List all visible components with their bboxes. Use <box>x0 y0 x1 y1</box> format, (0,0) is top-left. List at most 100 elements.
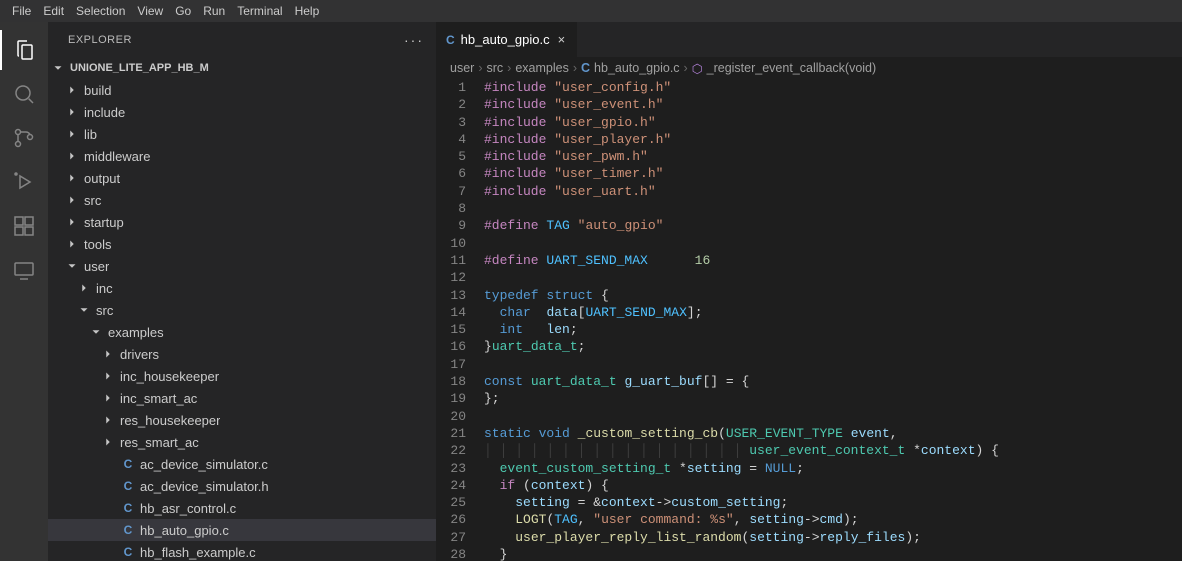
chevron-right-icon <box>100 412 116 428</box>
item-label: drivers <box>120 347 159 362</box>
item-label: middleware <box>84 149 150 164</box>
menu-edit[interactable]: Edit <box>37 4 70 18</box>
c-file-icon: C <box>446 33 455 47</box>
folder-item[interactable]: examples <box>48 321 436 343</box>
crumb-seg[interactable]: hb_auto_gpio.c <box>594 61 680 75</box>
folder-item[interactable]: res_housekeeper <box>48 409 436 431</box>
menu-go[interactable]: Go <box>169 4 197 18</box>
menu-run[interactable]: Run <box>197 4 231 18</box>
folder-item[interactable]: inc_housekeeper <box>48 365 436 387</box>
line-gutter: 1234567891011121314151617181920212223242… <box>436 79 484 561</box>
close-icon[interactable]: × <box>556 32 568 47</box>
folder-item[interactable]: res_smart_ac <box>48 431 436 453</box>
blank-icon <box>100 456 116 472</box>
tab-hb-auto-gpio[interactable]: C hb_auto_gpio.c × <box>436 22 577 57</box>
chevron-right-icon <box>64 82 80 98</box>
editor: C hb_auto_gpio.c × user›src›examples›C h… <box>436 22 1182 561</box>
c-file-icon: C <box>581 61 590 75</box>
chevron-right-icon: › <box>573 61 577 75</box>
folder-item[interactable]: src <box>48 189 436 211</box>
activity-bar <box>0 22 48 561</box>
activity-explorer[interactable] <box>0 30 48 70</box>
chevron-right-icon <box>64 104 80 120</box>
file-item[interactable]: Chb_flash_example.c <box>48 541 436 561</box>
chevron-right-icon <box>100 346 116 362</box>
menu-help[interactable]: Help <box>289 4 326 18</box>
code-text[interactable]: #include "user_config.h"#include "user_e… <box>484 79 1182 561</box>
chevron-right-icon <box>100 368 116 384</box>
tab-bar: C hb_auto_gpio.c × <box>436 22 1182 57</box>
chevron-down-icon <box>50 60 66 76</box>
activity-debug[interactable] <box>0 162 48 202</box>
blank-icon <box>100 544 116 560</box>
breadcrumb[interactable]: user›src›examples›C hb_auto_gpio.c›⬡ _re… <box>436 57 1182 79</box>
folder-item[interactable]: user <box>48 255 436 277</box>
root-label: UNIONE_LITE_APP_HB_M <box>70 62 209 74</box>
folder-item[interactable]: middleware <box>48 145 436 167</box>
item-label: ac_device_simulator.h <box>140 479 269 494</box>
item-label: startup <box>84 215 124 230</box>
folder-item[interactable]: src <box>48 299 436 321</box>
item-label: res_housekeeper <box>120 413 220 428</box>
item-label: res_smart_ac <box>120 435 199 450</box>
menu-file[interactable]: File <box>6 4 37 18</box>
chevron-right-icon <box>64 236 80 252</box>
folder-item[interactable]: tools <box>48 233 436 255</box>
crumb-seg[interactable]: user <box>450 61 474 75</box>
crumb-seg[interactable]: _register_event_callback(void) <box>707 61 877 75</box>
item-label: ac_device_simulator.c <box>140 457 268 472</box>
folder-item[interactable]: output <box>48 167 436 189</box>
c-file-icon: C <box>120 500 136 516</box>
sidebar: EXPLORER ··· UNIONE_LITE_APP_HB_Mbuild in… <box>48 22 436 561</box>
chevron-right-icon <box>64 214 80 230</box>
chevron-right-icon <box>100 390 116 406</box>
menu-view[interactable]: View <box>131 4 169 18</box>
item-label: src <box>96 303 113 318</box>
activity-search[interactable] <box>0 74 48 114</box>
chevron-right-icon: › <box>478 61 482 75</box>
item-label: examples <box>108 325 164 340</box>
sidebar-more-icon[interactable]: ··· <box>404 32 424 48</box>
item-label: src <box>84 193 101 208</box>
file-item[interactable]: Cac_device_simulator.h <box>48 475 436 497</box>
blank-icon <box>100 478 116 494</box>
activity-source-control[interactable] <box>0 118 48 158</box>
menu-terminal[interactable]: Terminal <box>231 4 288 18</box>
folder-item[interactable]: startup <box>48 211 436 233</box>
chevron-right-icon <box>100 434 116 450</box>
folder-item[interactable]: lib <box>48 123 436 145</box>
file-item[interactable]: Chb_asr_control.c <box>48 497 436 519</box>
activity-remote[interactable] <box>0 250 48 290</box>
file-tree: UNIONE_LITE_APP_HB_Mbuild include lib middl… <box>48 57 436 561</box>
item-label: hb_auto_gpio.c <box>140 523 229 538</box>
file-item[interactable]: Chb_auto_gpio.c <box>48 519 436 541</box>
activity-extensions[interactable] <box>0 206 48 246</box>
item-label: hb_flash_example.c <box>140 545 256 560</box>
crumb-seg[interactable]: examples <box>515 61 569 75</box>
item-label: user <box>84 259 109 274</box>
chevron-right-icon <box>76 280 92 296</box>
folder-item[interactable]: build <box>48 79 436 101</box>
blank-icon <box>100 500 116 516</box>
menubar: FileEditSelectionViewGoRunTerminalHelp <box>0 0 1182 22</box>
folder-item[interactable]: inc <box>48 277 436 299</box>
tree-root[interactable]: UNIONE_LITE_APP_HB_M <box>48 57 436 79</box>
chevron-right-icon <box>64 148 80 164</box>
chevron-down-icon <box>64 258 80 274</box>
crumb-seg[interactable]: src <box>487 61 504 75</box>
folder-item[interactable]: drivers <box>48 343 436 365</box>
item-label: lib <box>84 127 97 142</box>
item-label: inc_housekeeper <box>120 369 219 384</box>
chevron-right-icon <box>64 192 80 208</box>
c-file-icon: C <box>120 456 136 472</box>
folder-item[interactable]: include <box>48 101 436 123</box>
menu-selection[interactable]: Selection <box>70 4 131 18</box>
c-file-icon: C <box>120 544 136 560</box>
c-file-icon: C <box>120 522 136 538</box>
item-label: include <box>84 105 125 120</box>
sidebar-title: EXPLORER <box>68 34 132 46</box>
code-editor[interactable]: 1234567891011121314151617181920212223242… <box>436 79 1182 561</box>
folder-item[interactable]: inc_smart_ac <box>48 387 436 409</box>
tab-label: hb_auto_gpio.c <box>461 32 550 47</box>
file-item[interactable]: Cac_device_simulator.c <box>48 453 436 475</box>
